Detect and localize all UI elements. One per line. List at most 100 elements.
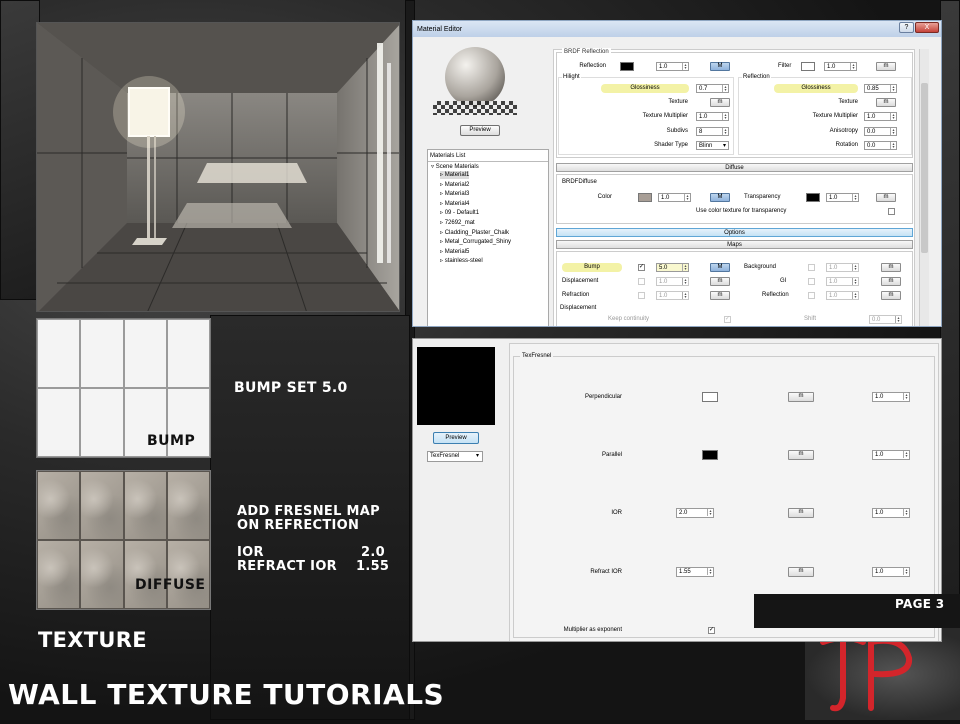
color-value-field[interactable]: 1.0 ▴ ▾ — [658, 193, 691, 202]
spinner-icon[interactable]: ▴ ▾ — [722, 113, 728, 120]
spinner-icon[interactable]: ▴ ▾ — [852, 292, 858, 299]
spinner-icon[interactable]: ▴ ▾ — [903, 568, 909, 575]
gi-map-button[interactable]: m — [881, 277, 901, 286]
spinner-icon[interactable]: ▴ ▾ — [707, 568, 713, 575]
displacement-checkbox[interactable] — [638, 278, 645, 285]
material-list-item[interactable]: ▹ stainless-steel — [440, 257, 483, 265]
gi-value-field[interactable]: 1.0 ▴ ▾ — [826, 277, 859, 286]
spinner-icon[interactable]: ▴ ▾ — [903, 451, 909, 458]
anisotropy-field[interactable]: 0.0 ▴ ▾ — [864, 127, 897, 136]
help-button[interactable]: ? — [899, 22, 914, 33]
spinner-icon[interactable]: ▴ ▾ — [722, 128, 728, 135]
refraction-checkbox[interactable] — [638, 292, 645, 299]
spinner-icon[interactable]: ▴ ▾ — [903, 509, 909, 516]
perpendicular-value-field[interactable]: 1.0 ▴ ▾ — [872, 392, 910, 402]
spinner-icon[interactable]: ▴ ▾ — [890, 142, 896, 149]
refl-texture-button[interactable]: m — [876, 98, 896, 107]
refract-ior-value-field[interactable]: 1.55 ▴ ▾ — [676, 567, 714, 577]
scene-materials-node[interactable]: ▿ Scene Materials — [431, 163, 479, 171]
material-list-item[interactable]: ▹ 09 - Default1 — [440, 209, 479, 217]
subdivs-field[interactable]: 8 ▴ ▾ — [696, 127, 729, 136]
ior-value-field[interactable]: 2.0 ▴ ▾ — [676, 508, 714, 518]
displacement-value-field[interactable]: 1.0 ▴ ▾ — [656, 277, 689, 286]
material-list-item[interactable]: ▹ Material2 — [440, 181, 469, 189]
rotation-field[interactable]: 0.0 ▴ ▾ — [864, 141, 897, 150]
spinner-icon[interactable]: ▴ ▾ — [890, 128, 896, 135]
refract-ior-mult-field[interactable]: 1.0 ▴ ▾ — [872, 567, 910, 577]
filter-map-button[interactable]: m — [876, 62, 896, 71]
perpendicular-map-button[interactable]: m — [788, 392, 814, 402]
bump-checkbox[interactable]: ✓ — [638, 264, 645, 271]
spinner-icon[interactable]: ▴ ▾ — [895, 316, 901, 323]
refl-glossiness-field[interactable]: 0.85 ▴ ▾ — [864, 84, 897, 93]
scrollbar[interactable] — [919, 49, 929, 326]
refraction-value-field[interactable]: 1.0 ▴ ▾ — [656, 291, 689, 300]
hilight-texture-button[interactable]: m — [710, 98, 730, 107]
hilight-tex-mult-field[interactable]: 1.0 ▴ ▾ — [696, 112, 729, 121]
background-value-field[interactable]: 1.0 ▴ ▾ — [826, 263, 859, 272]
reflection-value-field[interactable]: 1.0 ▴ ▾ — [656, 62, 689, 71]
bump-map-button[interactable]: M — [710, 263, 730, 272]
bump-value-field[interactable]: 5.0 ▴ ▾ — [656, 263, 689, 272]
spinner-icon[interactable]: ▴ ▾ — [682, 292, 688, 299]
reflection-color-swatch[interactable] — [620, 62, 634, 71]
gi-checkbox[interactable] — [808, 278, 815, 285]
material-list-item[interactable]: ▹ Cladding_Plaster_Chalk — [440, 229, 509, 237]
background-map-button[interactable]: m — [881, 263, 901, 272]
filter-value-field[interactable]: 1.0 ▴ ▾ — [824, 62, 857, 71]
maps-section-header[interactable]: Maps — [556, 240, 913, 249]
material-list-item[interactable]: ▹ Material1 — [440, 171, 470, 179]
spinner-icon[interactable]: ▴ ▾ — [682, 278, 688, 285]
material-list-item[interactable]: ▹ Material5 — [440, 248, 469, 256]
reflection-map-checkbox[interactable] — [808, 292, 815, 299]
keep-continuity-checkbox[interactable]: ✓ — [724, 316, 731, 323]
spinner-icon[interactable]: ▴ ▾ — [890, 85, 896, 92]
ior-mult-field[interactable]: 1.0 ▴ ▾ — [872, 508, 910, 518]
transparency-map-button[interactable]: m — [876, 193, 896, 202]
texfresnel-preview-button[interactable]: Preview — [433, 432, 479, 444]
multiplier-exponent-checkbox[interactable]: ✓ — [708, 627, 715, 634]
parallel-map-button[interactable]: m — [788, 450, 814, 460]
ior-map-button[interactable]: m — [788, 508, 814, 518]
hilight-glossiness-field[interactable]: 0.7 ▴ ▾ — [696, 84, 729, 93]
scrollbar-thumb[interactable] — [921, 83, 928, 253]
material-list-item[interactable]: ▹ 72692_mat — [440, 219, 475, 227]
spinner-icon[interactable]: ▴ ▾ — [682, 264, 688, 271]
color-map-button[interactable]: M — [710, 193, 730, 202]
shader-type-select[interactable]: Blinn ▾ — [696, 141, 729, 150]
material-list-item[interactable]: ▹ Metal_Corrugated_Shiny — [440, 238, 511, 246]
displacement-map-button[interactable]: m — [710, 277, 730, 286]
perpendicular-swatch[interactable] — [702, 392, 718, 402]
refraction-map-button[interactable]: m — [710, 291, 730, 300]
spinner-icon[interactable]: ▴ ▾ — [684, 194, 690, 201]
close-button[interactable]: X — [915, 22, 939, 33]
texture-type-select[interactable]: TexFresnel ▾ — [427, 451, 483, 462]
spinner-icon[interactable]: ▴ ▾ — [682, 63, 688, 70]
material-list-item[interactable]: ▹ Material3 — [440, 190, 469, 198]
transparency-value-field[interactable]: 1.0 ▴ ▾ — [826, 193, 859, 202]
spinner-icon[interactable]: ▴ ▾ — [722, 85, 728, 92]
spinner-icon[interactable]: ▴ ▾ — [852, 264, 858, 271]
diffuse-color-swatch[interactable] — [638, 193, 652, 202]
refract-ior-map-button[interactable]: m — [788, 567, 814, 577]
spinner-icon[interactable]: ▴ ▾ — [852, 194, 858, 201]
spinner-icon[interactable]: ▴ ▾ — [852, 278, 858, 285]
reflection-map-button[interactable]: m — [881, 291, 901, 300]
diffuse-section-header[interactable]: Diffuse — [556, 163, 913, 172]
material-list-item[interactable]: ▹ Material4 — [440, 200, 469, 208]
reflection-map-button[interactable]: M — [710, 62, 730, 71]
use-color-tex-checkbox[interactable] — [888, 208, 895, 215]
preview-button[interactable]: Preview — [460, 125, 500, 136]
transparency-swatch[interactable] — [806, 193, 820, 202]
parallel-value-field[interactable]: 1.0 ▴ ▾ — [872, 450, 910, 460]
spinner-icon[interactable]: ▴ ▾ — [707, 509, 713, 516]
background-checkbox[interactable] — [808, 264, 815, 271]
reflection-map-value-field[interactable]: 1.0 ▴ ▾ — [826, 291, 859, 300]
parallel-swatch[interactable] — [702, 450, 718, 460]
spinner-icon[interactable]: ▴ ▾ — [850, 63, 856, 70]
spinner-icon[interactable]: ▴ ▾ — [890, 113, 896, 120]
options-section-header[interactable]: Options — [556, 228, 913, 237]
shift-value-field[interactable]: 0.0 ▴ ▾ — [869, 315, 902, 324]
spinner-icon[interactable]: ▴ ▾ — [903, 393, 909, 400]
filter-color-swatch[interactable] — [801, 62, 815, 71]
